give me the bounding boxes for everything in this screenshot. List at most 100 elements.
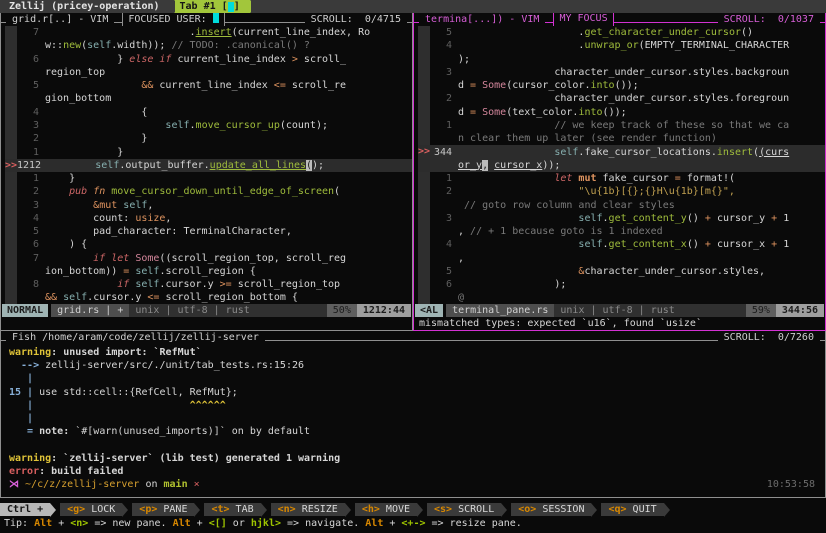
line-number-gutter: 2: [5, 132, 45, 145]
code-line-text: }: [45, 173, 75, 184]
code-row: 3 &mut self,: [5, 198, 412, 211]
code-token: }: [45, 173, 75, 184]
vim-buffer-terminal-pane-rs[interactable]: 5 .get_character_under_cursor()4 .unwrap…: [414, 26, 825, 304]
code-row: 4 self.get_content_x() + cursor_x + 1: [418, 238, 825, 251]
code-token: .output_buffer.: [119, 160, 209, 171]
code-row: 6 );: [418, 278, 825, 291]
code-token: n clear them up later (see render functi…: [458, 133, 717, 144]
line-number: 1: [430, 173, 452, 184]
line-number: 5: [17, 80, 39, 91]
pane-fish-shell[interactable]: Fish /home/aram/code/zellij/zellij-serve…: [0, 331, 826, 498]
line-number-gutter: [418, 106, 458, 119]
code-token: move_cursor_up: [196, 120, 280, 131]
code-token: count:: [45, 213, 135, 224]
code-token: );: [458, 279, 566, 290]
code-row: 1 // we keep track of these so that we c…: [418, 119, 825, 132]
shell-line: |: [9, 412, 825, 425]
shell-output[interactable]: warning: unused import: `RefMut` --> zel…: [1, 344, 825, 497]
code-row: ,: [418, 252, 825, 265]
code-token: d: [458, 80, 470, 91]
vim-buffer-grid-rs[interactable]: 7 .insert(current_line_index, Row::new(s…: [1, 26, 412, 304]
code-token: [458, 266, 578, 277]
code-line-text: @: [458, 292, 464, 303]
code-token: [458, 147, 554, 158]
keybar-key: <g>: [67, 503, 85, 516]
code-line-text: );: [458, 279, 566, 290]
code-token: into: [578, 107, 602, 118]
sign-column: [418, 252, 430, 265]
keybar-key: <h>: [362, 503, 380, 516]
line-number-gutter: [418, 198, 458, 211]
shell-line: error: build failed: [9, 465, 825, 478]
line-number-gutter: 1: [5, 145, 45, 158]
pane-shell-title: Fish /home/aram/code/zellij/zellij-serve…: [6, 332, 265, 343]
code-line-text: w::new(self.width)); // TODO: .canonical…: [45, 40, 310, 51]
sign-column: [5, 66, 17, 79]
sign-column: [418, 198, 430, 211]
code-token: }: [45, 54, 129, 65]
tip-token: <[]: [209, 518, 227, 529]
code-row: 6 ) {: [5, 238, 412, 251]
code-token: Some: [135, 253, 159, 264]
shell-line: ⋊ ~/c/z/zellij-server on main ×10:53:58: [9, 478, 825, 491]
code-row: d = Some(cursor_color.into());: [418, 79, 825, 92]
code-token: scroll_region_bottom {: [159, 292, 297, 303]
line-number-gutter: [418, 132, 458, 145]
code-token: current_line_index: [171, 54, 291, 65]
shell-line-text: --> zellij-server/src/./unit/tab_tests.r…: [9, 360, 304, 371]
pane-grid-rs[interactable]: grid.r[..] - VIM FOCUSED USER: SCROLL: 0…: [0, 13, 413, 331]
keybar-arrow: [591, 503, 597, 517]
tab-1[interactable]: Tab #1 []: [175, 0, 245, 13]
shell-token: ^^^^^^: [190, 400, 226, 411]
shell-line-text: ⋊ ~/c/z/zellij-server on main ×: [9, 479, 200, 490]
code-token: character_under_cursor.styles.backgroun: [458, 67, 789, 78]
code-token: [45, 253, 93, 264]
code-line-text: &character_under_cursor.styles,: [458, 266, 765, 277]
code-token: (current_line_index, Ro: [232, 27, 370, 38]
vim-filename: terminal_pane.rs: [446, 304, 554, 317]
sign-column: [5, 39, 17, 52]
keybinding-bar: Ctrl + <g> LOCK<p> PANE<t> TAB<n> RESIZE…: [0, 503, 826, 516]
keybar-binding-tab: <t> TAB: [204, 503, 260, 516]
keybar-items: <g> LOCK<p> PANE<t> TAB<n> RESIZE<h> MOV…: [60, 503, 674, 516]
code-line-text: && self.cursor.y <= scroll_region_bottom…: [45, 292, 298, 303]
code-token: get_content_y: [609, 213, 687, 224]
pane-left-title: grid.r[..] - VIM: [6, 14, 114, 25]
code-line-text: }: [45, 133, 147, 144]
code-line-text: character_under_cursor.styles.backgroun: [458, 67, 789, 78]
line-number-gutter: 2: [418, 185, 458, 198]
pane-left-scroll: SCROLL: 0/4715: [305, 14, 407, 25]
code-token: ());: [615, 80, 639, 91]
line-number-gutter: [5, 39, 45, 52]
code-row: 4 .unwrap_or(EMPTY_TERMINAL_CHARACTER: [418, 39, 825, 52]
shell-line: warning: unused import: `RefMut`: [9, 346, 825, 359]
code-line-text: count: usize,: [45, 213, 171, 224]
pane-terminal-pane-rs[interactable]: termina[...]) - VIM MY FOCUS SCROLL: 0/1…: [413, 13, 826, 331]
code-line-text: );: [458, 54, 470, 65]
shell-line-text: |: [9, 373, 33, 384]
keybar-key: <t>: [211, 503, 229, 516]
code-token: fake_cursor: [596, 173, 674, 184]
code-token: get_content_x: [609, 239, 687, 250]
code-token: [458, 239, 578, 250]
code-token: (curs: [759, 147, 789, 158]
sign-column: [418, 265, 430, 278]
code-token: // + 1 because goto is 1 indexed: [470, 226, 663, 237]
code-line-text: if self.cursor.y >= scroll_region_top: [45, 279, 340, 290]
code-token: Some: [482, 107, 506, 118]
code-line-text: "\u{1b}[{};{}H\u{1b}[m{}",: [458, 186, 735, 197]
line-number-gutter: 4: [418, 39, 458, 52]
line-number: 3: [430, 67, 452, 78]
line-number-gutter: >>1212: [5, 159, 47, 172]
code-line-text: self.move_cursor_up(count);: [45, 120, 328, 131]
code-token: ,: [458, 253, 464, 264]
code-token: current_line_index: [153, 80, 273, 91]
line-number: 3: [17, 200, 39, 211]
shell-token: error: [9, 466, 39, 477]
vim-file-meta: unix | utf-8 | rust: [129, 304, 326, 317]
code-token: scroll_: [298, 54, 346, 65]
code-token: // goto row column and clear styles: [464, 200, 675, 211]
sign-column: [418, 92, 430, 105]
shell-token: `#[warn(unused_imports)]` on by default: [69, 426, 310, 437]
code-token: self: [63, 292, 87, 303]
